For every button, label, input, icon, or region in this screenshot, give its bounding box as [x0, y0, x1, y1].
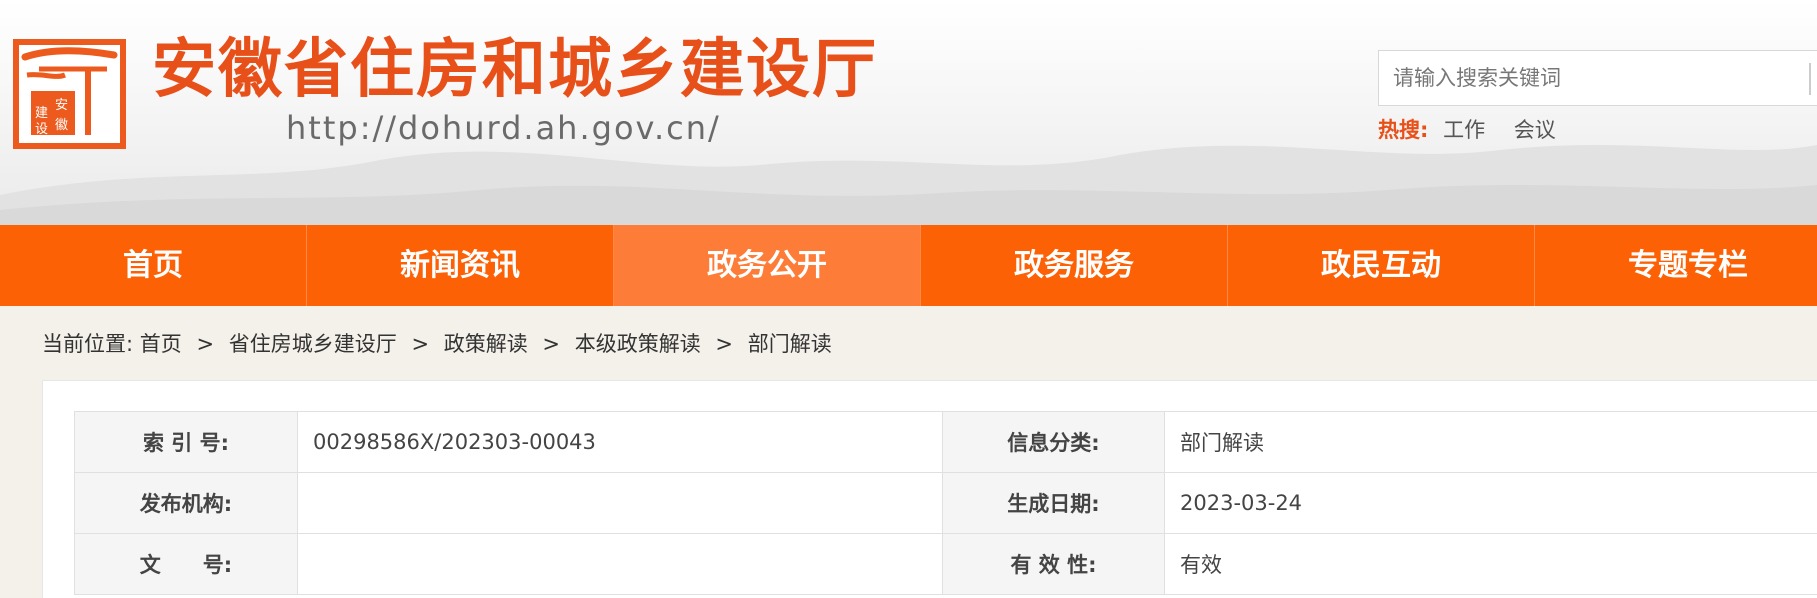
breadcrumb-separator: > [715, 332, 734, 356]
svg-text:设: 设 [35, 122, 48, 137]
site-title: 安徽省住房和城乡建设厅 [152, 33, 878, 107]
value-info-category: 部门解读 [1164, 411, 1817, 473]
nav-item-interaction[interactable]: 政民互动 [1228, 225, 1535, 306]
logo-emblem-icon: 安 徽 建 设 [21, 47, 118, 137]
label-index-number: 索 引 号: [74, 411, 298, 473]
table-row: 发布机构: 生成日期: 2023-03-24 [74, 472, 1817, 534]
label-document-number: 文 号: [74, 533, 298, 595]
label-info-category: 信息分类: [942, 411, 1165, 473]
label-publisher: 发布机构: [74, 472, 298, 534]
breadcrumb-local-policy[interactable]: 本级政策解读 [575, 332, 701, 356]
table-row: 文 号: 有 效 性: 有效 [74, 533, 1817, 595]
nav-item-news[interactable]: 新闻资讯 [307, 225, 614, 306]
search-input[interactable] [1393, 51, 1793, 105]
label-created-date: 生成日期: [942, 472, 1165, 534]
breadcrumb-home[interactable]: 首页 [140, 332, 182, 356]
main-nav: 首页 新闻资讯 政务公开 政务服务 政民互动 专题专栏 [0, 225, 1817, 306]
nav-item-services[interactable]: 政务服务 [921, 225, 1228, 306]
breadcrumb-separator: > [411, 332, 430, 356]
nav-item-home[interactable]: 首页 [0, 225, 307, 306]
table-row: 索 引 号: 00298586X/202303-00043 信息分类: 部门解读 [74, 411, 1817, 473]
hot-link-meeting[interactable]: 会议 [1514, 118, 1556, 142]
site-header: 安 徽 建 设 安徽省住房和城乡建设厅 http://dohurd.ah.gov… [0, 0, 1817, 225]
info-table: 索 引 号: 00298586X/202303-00043 信息分类: 部门解读… [74, 411, 1817, 595]
search-divider [1809, 63, 1811, 95]
hot-search: 热搜: 工作 会议 [1378, 114, 1570, 146]
breadcrumb-dept-interpretation[interactable]: 部门解读 [748, 332, 832, 356]
breadcrumb-department[interactable]: 省住房城乡建设厅 [229, 332, 397, 356]
breadcrumb-prefix: 当前位置: [42, 332, 134, 356]
hot-link-work[interactable]: 工作 [1443, 118, 1485, 142]
content-panel: 索 引 号: 00298586X/202303-00043 信息分类: 部门解读… [42, 380, 1817, 598]
breadcrumb-separator: > [542, 332, 561, 356]
value-document-number [297, 533, 943, 595]
value-created-date: 2023-03-24 [1164, 472, 1817, 534]
hot-search-label: 热搜: [1378, 118, 1429, 142]
value-validity: 有效 [1164, 533, 1817, 595]
svg-text:安: 安 [55, 98, 68, 113]
breadcrumb-separator: > [196, 332, 215, 356]
svg-text:徽: 徽 [55, 118, 68, 133]
value-index-number: 00298586X/202303-00043 [297, 411, 943, 473]
search-box [1378, 50, 1817, 106]
value-publisher [297, 472, 943, 534]
nav-item-special-topics[interactable]: 专题专栏 [1535, 225, 1817, 306]
breadcrumb-policy-interpretation[interactable]: 政策解读 [444, 332, 528, 356]
site-url: http://dohurd.ah.gov.cn/ [286, 109, 721, 147]
svg-text:建: 建 [35, 106, 48, 121]
label-validity: 有 效 性: [942, 533, 1165, 595]
breadcrumb: 当前位置: 首页 > 省住房城乡建设厅 > 政策解读 > 本级政策解读 > 部门… [42, 328, 832, 360]
nav-item-government-affairs[interactable]: 政务公开 [614, 225, 921, 306]
site-logo[interactable]: 安 徽 建 设 [13, 39, 126, 149]
